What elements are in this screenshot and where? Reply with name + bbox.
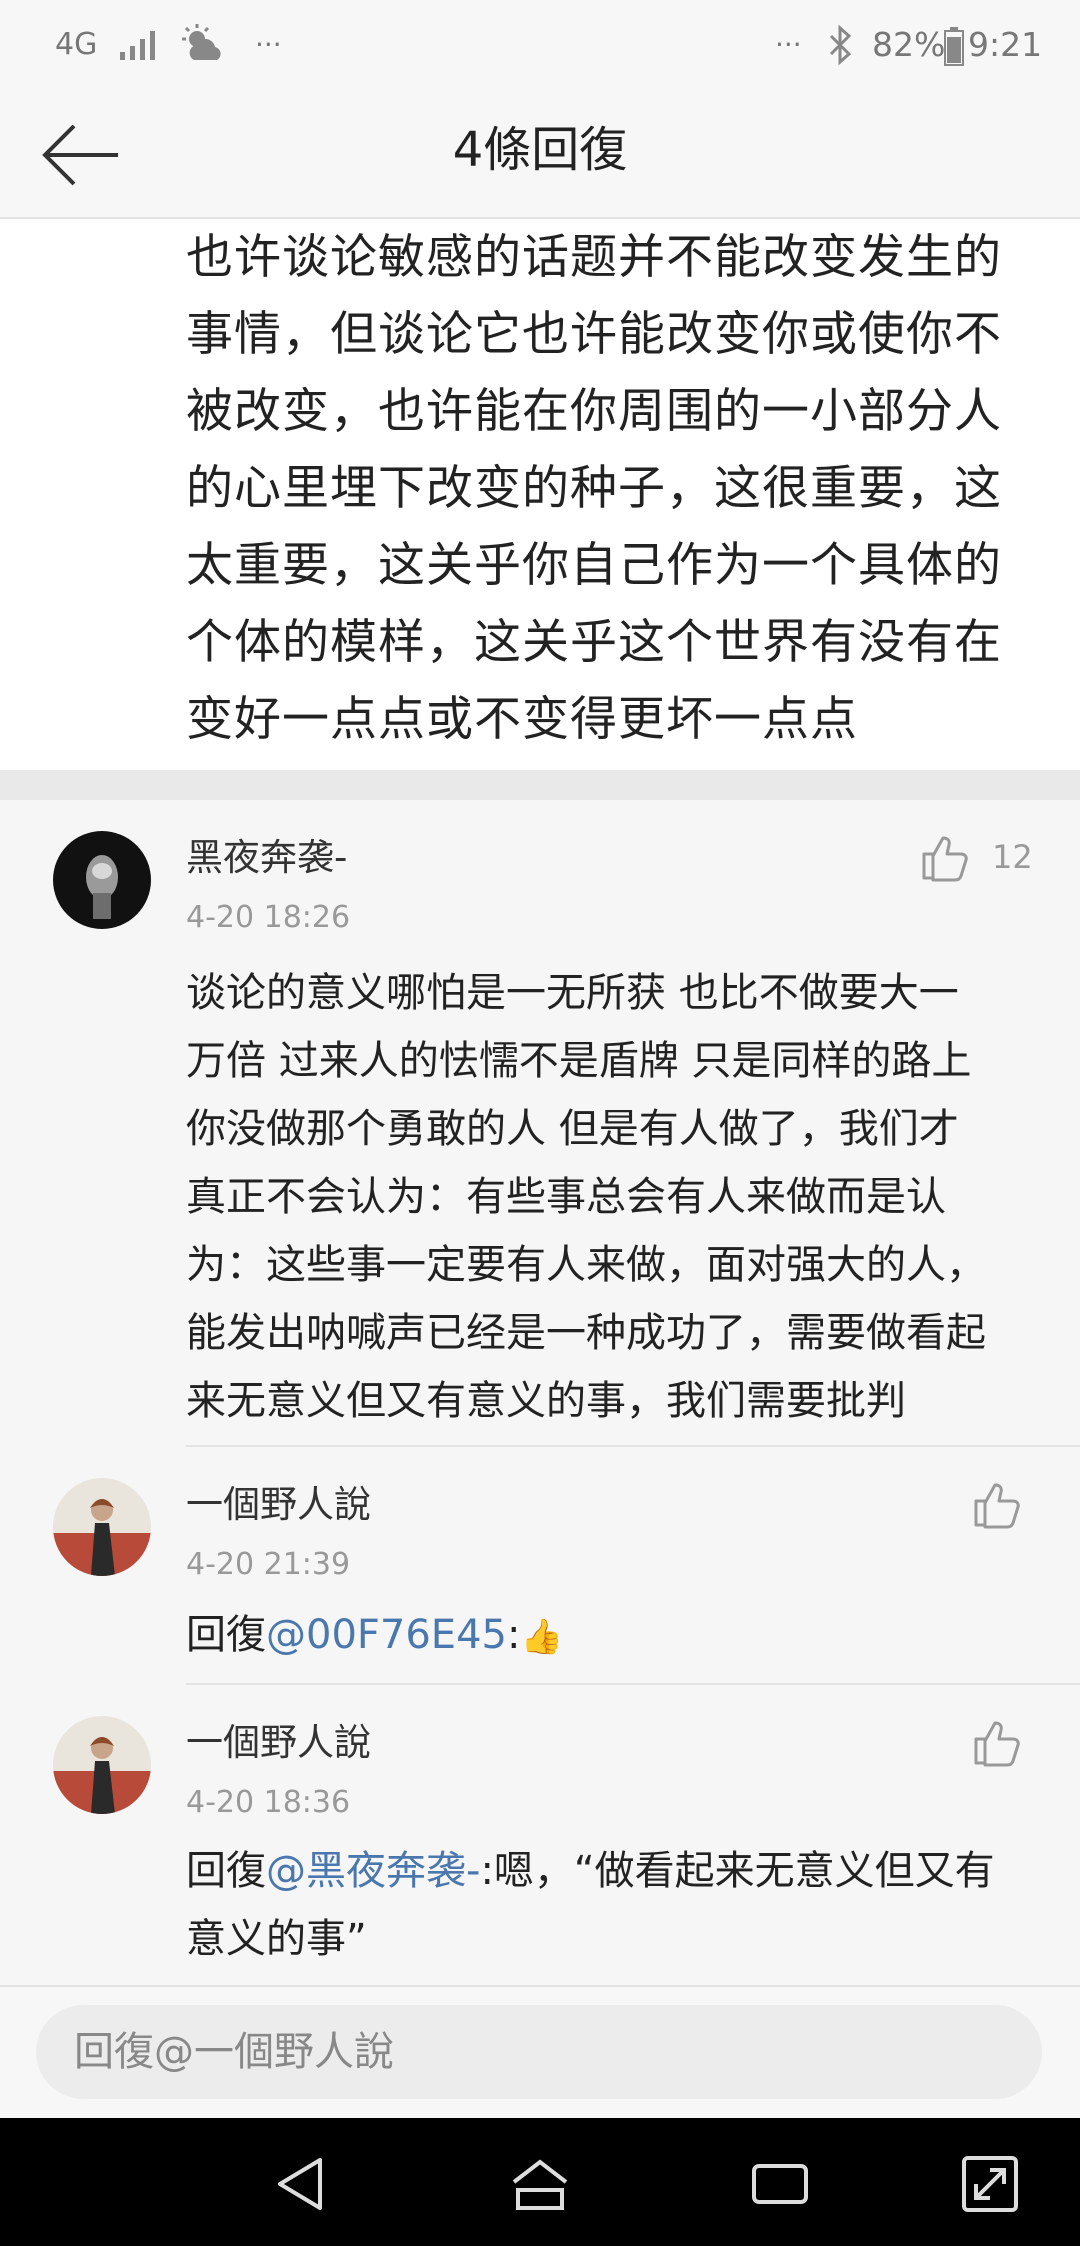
mention-link[interactable]: @00F76E45 xyxy=(266,1612,507,1658)
reply-line: 你没做那个勇敢的人 但是有人做了，我们才 xyxy=(186,1106,959,1152)
page-title: 4條回復 xyxy=(452,122,628,178)
reply-line: 回復@黑夜奔袭-:嗯，“做看起来无意义但又有 xyxy=(186,1837,1036,1905)
reply-item: 一個野人說 4-20 21:39 回復@00F76E45:👍 xyxy=(0,1447,1080,1685)
main-post-text: 也许谈论敏感的话题并不能改变发生的 事情，但谈论它也许能改变你或使你不 被改变，… xyxy=(186,219,1026,758)
reply-line: 能发出呐喊声已经是一种成功了，需要做看起 xyxy=(186,1310,986,1356)
main-post: 也许谈论敏感的话题并不能改变发生的 事情，但谈论它也许能改变你或使你不 被改变，… xyxy=(0,219,1080,770)
reply-body: :嗯，“做看起来无意义但又有 xyxy=(480,1848,995,1894)
reply-prefix: 回復 xyxy=(186,1848,266,1894)
thumbs-up-emoji: 👍 xyxy=(520,1617,563,1657)
reply-item: 一個野人說 4-20 18:36 回復@黑夜奔袭-:嗯，“做看起来无意义但又有 … xyxy=(0,1685,1080,1985)
status-bar: 4G ··· ··· 82% 9:21 xyxy=(0,0,1080,90)
reply-text: 谈论的意义哪怕是一无所获 也比不做要大一 万倍 过来人的怯懦不是盾牌 只是同样的… xyxy=(186,959,1036,1435)
back-triangle-icon[interactable] xyxy=(268,2152,332,2216)
battery-icon xyxy=(944,27,964,66)
reply-line: 来无意义但又有意义的事，我们需要批判 xyxy=(186,1378,906,1424)
main-post-line: 变好一点点或不变得更坏一点点 xyxy=(186,692,858,747)
recent-apps-icon[interactable] xyxy=(748,2152,812,2216)
avatar[interactable] xyxy=(53,1478,151,1576)
reply-text: 回復@黑夜奔袭-:嗯，“做看起来无意义但又有 意义的事” xyxy=(186,1837,1036,1973)
reply-list: 黑夜奔袭- 4-20 18:26 12 谈论的意义哪怕是一无所获 也比不做要大一… xyxy=(0,800,1080,1985)
main-post-line: 被改变，也许能在你周围的一小部分人 xyxy=(186,384,1002,439)
network-type: 4G xyxy=(55,27,98,62)
timestamp: 4-20 21:39 xyxy=(186,1547,351,1582)
main-post-line: 也许谈论敏感的话题并不能改变发生的 xyxy=(186,230,1002,285)
section-divider xyxy=(0,770,1080,800)
timestamp: 4-20 18:36 xyxy=(186,1785,351,1820)
like-count: 12 xyxy=(992,838,1033,876)
status-more-left: ··· xyxy=(255,28,282,61)
mention-link[interactable]: @黑夜奔袭- xyxy=(266,1848,480,1894)
thumbs-up-icon[interactable] xyxy=(918,830,972,884)
reply-line: 谈论的意义哪怕是一无所获 也比不做要大一 xyxy=(186,970,959,1016)
home-icon[interactable] xyxy=(508,2152,572,2216)
thumbs-up-icon[interactable] xyxy=(970,1477,1024,1531)
reply-line: 意义的事” xyxy=(186,1916,367,1962)
signal-icon xyxy=(120,31,155,60)
username[interactable]: 一個野人說 xyxy=(186,1720,371,1766)
expand-icon[interactable] xyxy=(958,2152,1022,2216)
timestamp: 4-20 18:26 xyxy=(186,900,351,935)
reply-line: 真正不会认为：有些事总会有人来做而是认 xyxy=(186,1174,946,1220)
battery-percent: 82% xyxy=(872,25,946,64)
username[interactable]: 黑夜奔袭- xyxy=(186,835,347,881)
avatar[interactable] xyxy=(53,831,151,929)
clock: 9:21 xyxy=(968,25,1043,64)
reply-body: : xyxy=(506,1612,521,1658)
main-post-line: 个体的模样，这关乎这个世界有没有在 xyxy=(186,615,1002,670)
reply-line: 为：这些事一定要有人来做，面对强大的人， xyxy=(186,1242,986,1288)
reply-line: 万倍 过来人的怯懦不是盾牌 只是同样的路上 xyxy=(186,1038,972,1084)
reply-input-bar xyxy=(0,1985,1080,2120)
status-more-right: ··· xyxy=(775,28,802,61)
weather-icon xyxy=(182,24,221,60)
main-post-line: 事情，但谈论它也许能改变你或使你不 xyxy=(186,307,1002,362)
reply-input[interactable] xyxy=(36,2005,1042,2099)
thumbs-up-icon[interactable] xyxy=(970,1715,1024,1769)
main-post-line: 的心里埋下改变的种子，这很重要，这 xyxy=(186,461,1002,516)
avatar[interactable] xyxy=(53,1716,151,1814)
username[interactable]: 一個野人說 xyxy=(186,1482,371,1528)
screen: 4G ··· ··· 82% 9:21 4條回復 也许谈论敏感的话题并不能改变发… xyxy=(0,0,1080,2246)
bluetooth-icon xyxy=(829,24,852,66)
reply-item: 黑夜奔袭- 4-20 18:26 12 谈论的意义哪怕是一无所获 也比不做要大一… xyxy=(0,800,1080,1447)
header-bar: 4條回復 xyxy=(0,90,1080,219)
main-post-line: 太重要，这关乎你自己作为一个具体的 xyxy=(186,538,1002,593)
system-navigation-bar xyxy=(0,2118,1080,2246)
reply-text: 回復@00F76E45:👍 xyxy=(186,1601,1036,1671)
reply-prefix: 回復 xyxy=(186,1612,266,1658)
